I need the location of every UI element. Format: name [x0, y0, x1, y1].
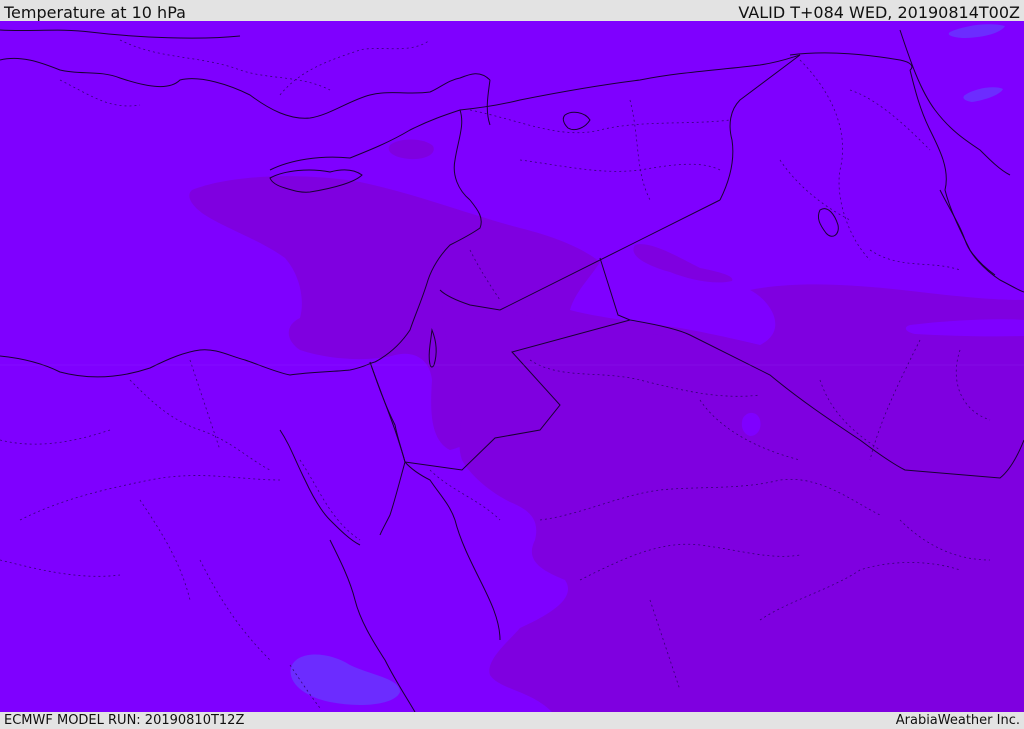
- map-canvas[interactable]: [0, 21, 1024, 712]
- footer-bar: ECMWF MODEL RUN: 20190810T12Z ArabiaWeat…: [0, 712, 1024, 729]
- map-title: Temperature at 10 hPa: [4, 3, 186, 22]
- credit-label: ArabiaWeather Inc.: [895, 713, 1020, 728]
- valid-time-label: VALID T+084 WED, 20190814T00Z: [738, 3, 1020, 22]
- map-svg: [0, 21, 1024, 712]
- warm-region-southeast: [440, 284, 1024, 712]
- header-bar: Temperature at 10 hPa VALID T+084 WED, 2…: [0, 0, 1024, 22]
- model-run-label: ECMWF MODEL RUN: 20190810T12Z: [4, 713, 245, 728]
